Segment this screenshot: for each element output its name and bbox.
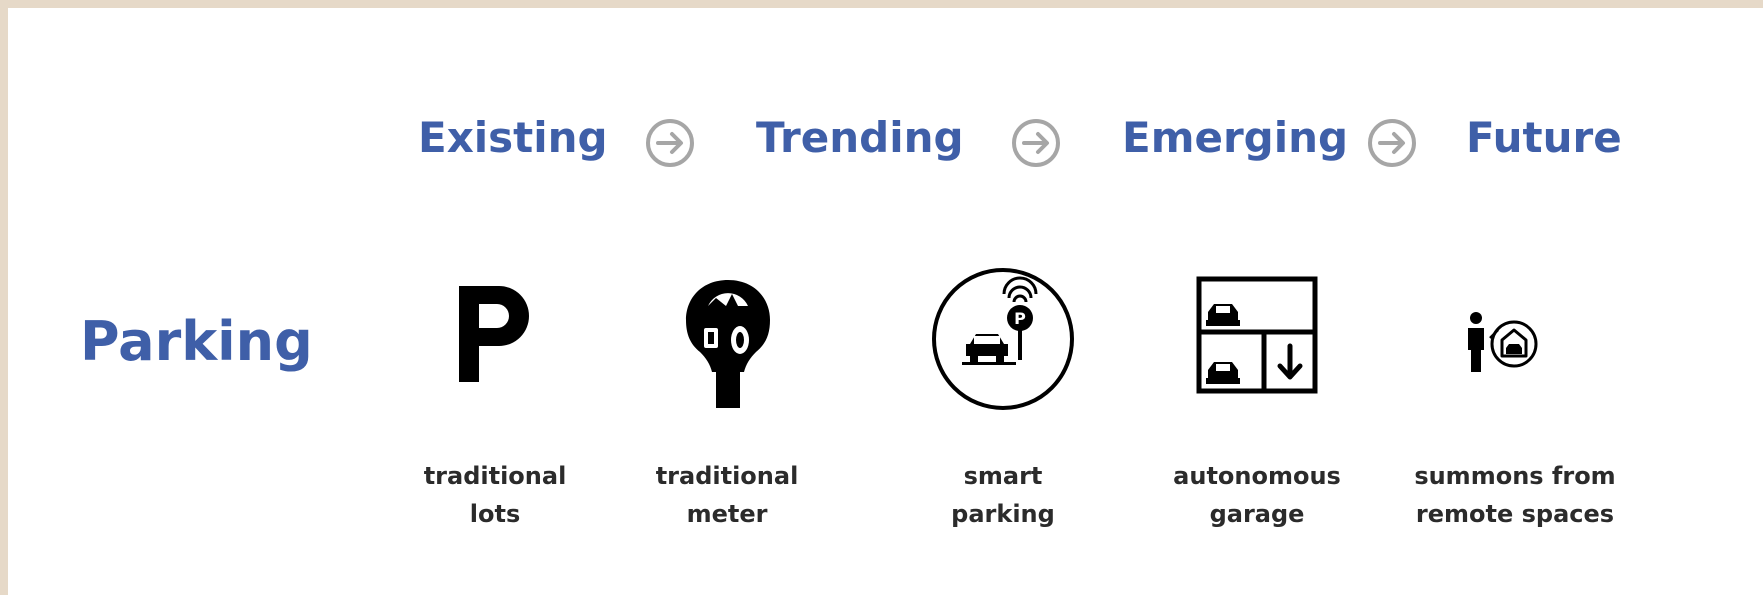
row-label-parking: Parking xyxy=(80,310,313,373)
autonomous-garage-icon xyxy=(1196,276,1318,394)
caption-summons-remote: summons from remote spaces xyxy=(1405,457,1625,533)
stage-trending: Trending xyxy=(756,113,964,162)
caption-traditional-meter: traditional meter xyxy=(617,457,837,533)
parking-p-icon xyxy=(459,286,529,382)
arrow-right-icon xyxy=(1368,119,1416,167)
caption-line: summons from xyxy=(1414,462,1616,490)
caption-line: garage xyxy=(1209,500,1305,528)
arrow-right-icon xyxy=(646,119,694,167)
arrow-right-icon xyxy=(1012,119,1060,167)
caption-line: meter xyxy=(686,500,768,528)
caption-line: traditional xyxy=(655,462,799,490)
caption-traditional-lots: traditional lots xyxy=(385,457,605,533)
stage-emerging: Emerging xyxy=(1122,113,1349,162)
caption-autonomous-garage: autonomous garage xyxy=(1147,457,1367,533)
caption-smart-parking: smart parking xyxy=(893,457,1113,533)
caption-line: autonomous xyxy=(1173,462,1341,490)
svg-text:P: P xyxy=(1014,309,1026,328)
caption-line: lots xyxy=(469,500,521,528)
caption-line: remote spaces xyxy=(1415,500,1615,528)
caption-line: traditional xyxy=(423,462,567,490)
summon-car-icon xyxy=(1468,312,1538,372)
smart-parking-icon: P xyxy=(932,268,1074,410)
caption-line: smart xyxy=(963,462,1043,490)
stage-future: Future xyxy=(1466,113,1622,162)
stage-existing: Existing xyxy=(418,113,608,162)
parking-meter-icon xyxy=(686,280,770,408)
caption-line: parking xyxy=(951,500,1055,528)
